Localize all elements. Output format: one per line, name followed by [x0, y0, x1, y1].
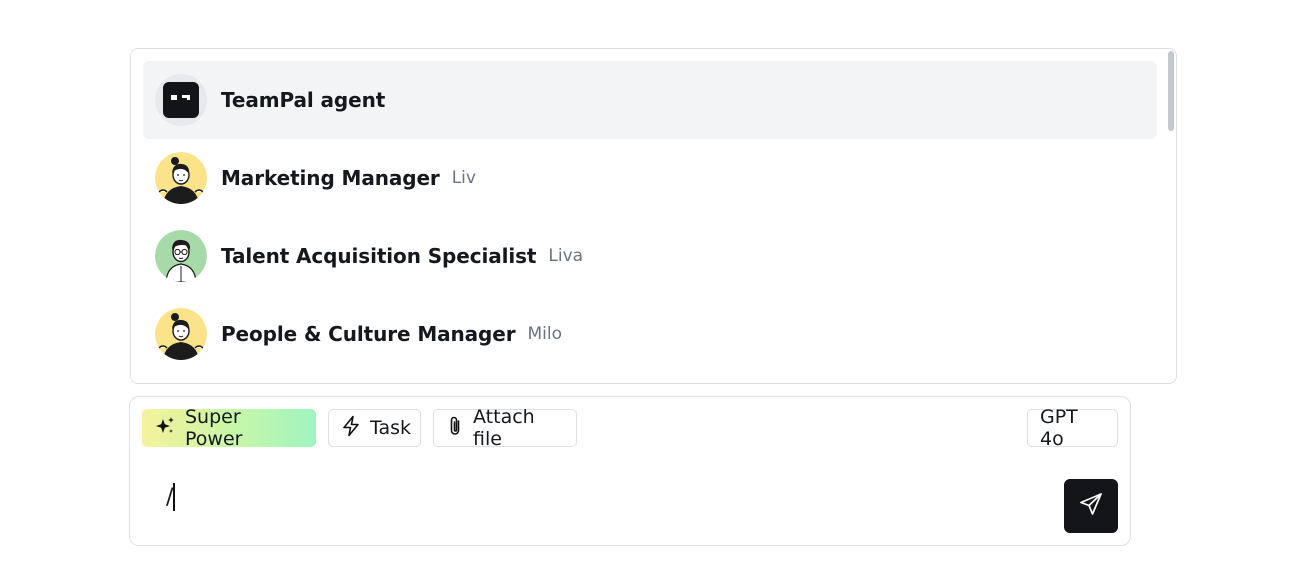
message-input[interactable]: /: [166, 483, 176, 511]
paperclip-icon: [446, 415, 464, 442]
task-label: Task: [370, 417, 412, 439]
agent-item-teampal[interactable]: TeamPal agent: [143, 61, 1157, 139]
super-power-button[interactable]: Super Power: [142, 406, 316, 450]
task-button[interactable]: Task: [328, 409, 421, 447]
teampal-logo-icon: [155, 74, 207, 126]
agent-suggestion-dropdown: TeamPal agent Marketing Manager Liv Tale…: [130, 48, 1177, 384]
agent-list: TeamPal agent Marketing Manager Liv Tale…: [131, 49, 1176, 373]
send-button[interactable]: [1064, 479, 1118, 533]
agent-item-talent-acquisition-specialist[interactable]: Talent Acquisition Specialist Liva: [143, 217, 1157, 295]
composer-toolbar: Super Power Task Attach file GPT 4o: [142, 406, 1118, 450]
agent-item-marketing-manager[interactable]: Marketing Manager Liv: [143, 139, 1157, 217]
agent-persona-name: Liv: [451, 168, 476, 188]
dropdown-scrollbar-thumb[interactable]: [1168, 51, 1174, 131]
agent-name: People & Culture Manager: [221, 322, 516, 346]
agent-name: TeamPal agent: [221, 88, 386, 112]
agent-persona-name: Milo: [527, 324, 563, 344]
model-label: GPT 4o: [1040, 406, 1078, 450]
woman-bun-avatar-icon: [155, 152, 207, 204]
super-power-label: Super Power: [185, 406, 243, 450]
text-caret: [173, 483, 176, 511]
lightning-icon: [341, 415, 361, 442]
dropdown-scrollbar[interactable]: [1167, 49, 1175, 383]
agent-item-people-culture-manager[interactable]: People & Culture Manager Milo: [143, 295, 1157, 373]
sparkles-icon: [154, 415, 176, 442]
model-selector-button[interactable]: GPT 4o: [1027, 406, 1118, 450]
attach-file-label: Attach file: [473, 406, 535, 450]
agent-persona-name: Liva: [548, 246, 584, 266]
woman-bun-avatar-icon: [155, 308, 207, 360]
attach-file-button[interactable]: Attach file: [433, 406, 577, 450]
message-composer: Super Power Task Attach file GPT 4o /: [129, 396, 1131, 546]
agent-name: Marketing Manager: [221, 166, 440, 190]
message-input-text: /: [166, 484, 174, 510]
man-glasses-avatar-icon: [155, 230, 207, 282]
agent-name: Talent Acquisition Specialist: [221, 244, 537, 268]
paper-plane-icon: [1078, 491, 1104, 521]
